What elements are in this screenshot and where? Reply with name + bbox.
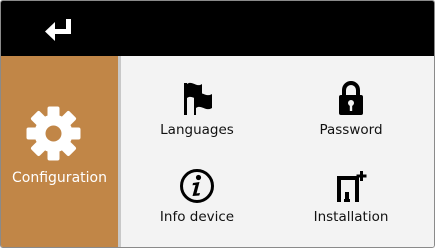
device-screen: Configuration Languages Password Info de…	[0, 0, 435, 248]
info-device-button[interactable]: Info device	[127, 166, 267, 246]
padlock-icon	[336, 80, 366, 120]
password-button[interactable]: Password	[281, 78, 421, 158]
password-label: Password	[319, 122, 383, 138]
sidebar-item-label: Configuration	[12, 170, 107, 186]
installation-button[interactable]: Installation	[281, 166, 421, 246]
languages-button[interactable]: Languages	[127, 78, 267, 158]
sidebar-item-configuration[interactable]: Configuration	[1, 56, 121, 247]
flags-icon	[180, 80, 214, 120]
info-icon	[179, 168, 215, 208]
return-arrow-icon[interactable]	[43, 17, 77, 43]
gear-icon	[25, 105, 82, 162]
info-device-label: Info device	[159, 209, 235, 225]
installation-label: Installation	[313, 209, 389, 225]
languages-label: Languages	[160, 122, 234, 138]
top-bar	[1, 1, 434, 56]
frame-plus-icon	[333, 168, 369, 208]
settings-grid: Languages Password Info device Installat…	[121, 56, 434, 247]
